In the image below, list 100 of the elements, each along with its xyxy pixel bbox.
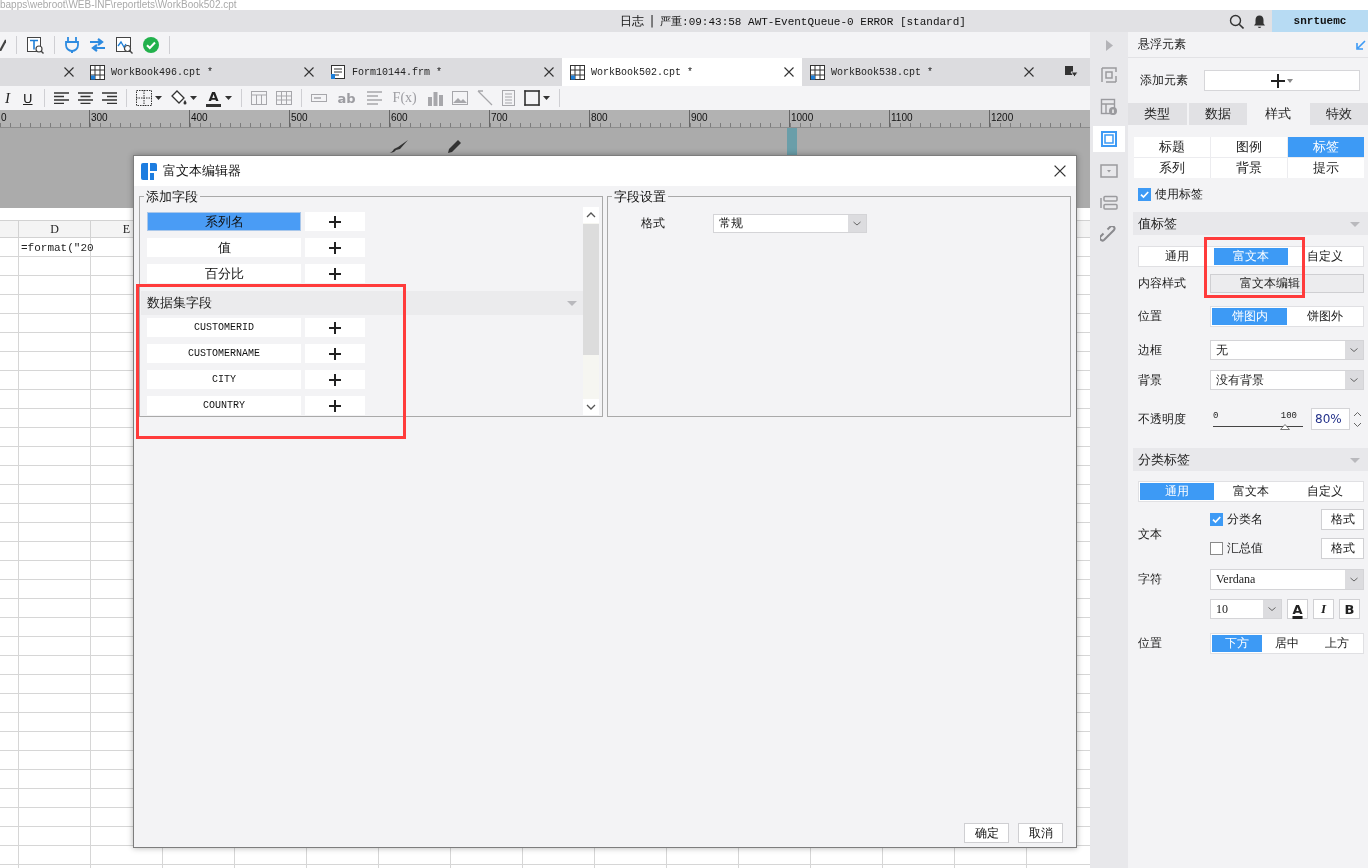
segment-option[interactable]: 自定义 <box>1288 248 1362 265</box>
add-button[interactable] <box>305 238 365 257</box>
border-icon[interactable] <box>135 90 152 106</box>
column-header[interactable]: E <box>122 221 131 237</box>
text-search-icon[interactable] <box>27 36 44 54</box>
search-icon[interactable] <box>1229 13 1244 29</box>
document-tab[interactable]: WorkBook502.cpt * <box>562 58 802 86</box>
italic-button[interactable]: I <box>3 88 12 108</box>
close-icon[interactable] <box>64 67 74 77</box>
confirm-button[interactable]: 确定 <box>964 823 1009 843</box>
field-button[interactable]: 百分比 <box>147 264 301 283</box>
segment-option[interactable]: 居中 <box>1262 635 1312 652</box>
log-button[interactable]: 日志 <box>620 12 644 30</box>
sub-tab[interactable]: 标题 <box>1134 137 1210 157</box>
close-icon[interactable] <box>1054 165 1066 177</box>
format-button[interactable]: 格式 <box>1321 538 1364 559</box>
panel-tab[interactable]: 数据 <box>1188 103 1247 125</box>
slider-thumb[interactable] <box>1280 424 1290 430</box>
scroll-up-button[interactable] <box>583 207 599 223</box>
check-circle-icon[interactable] <box>143 37 159 53</box>
rich-text-edit-button[interactable]: 富文本编辑 <box>1210 274 1364 293</box>
sidebar-tab[interactable] <box>1093 126 1125 152</box>
font-color-button[interactable]: A <box>1287 599 1308 619</box>
underline-button[interactable]: U <box>21 88 35 108</box>
diagonal-arrow-icon[interactable] <box>1356 39 1366 50</box>
scrollbar-thumb[interactable] <box>583 224 599 355</box>
user-name[interactable]: snrtuemc <box>1272 10 1368 32</box>
chevron-down-icon[interactable] <box>1352 421 1362 428</box>
brush-icon[interactable] <box>0 39 6 51</box>
segment-option[interactable]: 上方 <box>1312 635 1362 652</box>
format-dropdown[interactable]: 常规 <box>713 214 867 233</box>
border-box-icon[interactable] <box>523 90 540 106</box>
close-icon[interactable] <box>304 67 314 77</box>
bold-button[interactable]: B <box>1339 599 1360 619</box>
segment-option[interactable]: 饼图外 <box>1287 308 1362 325</box>
chevron-up-icon[interactable] <box>1352 410 1362 417</box>
slider-track[interactable] <box>1213 421 1303 427</box>
add-button[interactable] <box>305 344 365 363</box>
sub-tab[interactable]: 背景 <box>1211 158 1287 178</box>
document-tab[interactable]: WorkBook496.cpt * <box>82 58 322 86</box>
section-header[interactable]: 分类标签 <box>1133 448 1368 471</box>
plug-icon[interactable] <box>65 37 79 53</box>
merge-cells-icon[interactable] <box>250 91 267 105</box>
document-tab[interactable]: Form10144.frm * <box>322 58 562 86</box>
field-button[interactable]: CUSTOMERID <box>147 318 301 337</box>
font-color-button[interactable]: A <box>205 88 222 108</box>
format-button[interactable]: 格式 <box>1321 509 1364 530</box>
column-header[interactable]: D <box>50 221 59 237</box>
field-button[interactable]: 值 <box>147 238 301 257</box>
border-dropdown[interactable]: 无 <box>1210 340 1364 360</box>
checkbox-icon[interactable] <box>1138 187 1151 201</box>
checkbox-icon[interactable] <box>1210 513 1223 526</box>
align-right-icon[interactable] <box>101 92 117 104</box>
chart-search-icon[interactable] <box>116 36 133 54</box>
caret-icon[interactable] <box>189 96 197 100</box>
checkbox-label[interactable]: 汇总值 <box>1227 540 1263 557</box>
add-button[interactable] <box>305 212 365 231</box>
bell-icon[interactable] <box>1253 13 1266 29</box>
font-dropdown[interactable]: Verdana <box>1210 569 1364 590</box>
caret-icon[interactable] <box>154 96 162 100</box>
field-button[interactable]: CUSTOMERNAME <box>147 344 301 363</box>
sub-tab[interactable]: 图例 <box>1211 137 1287 157</box>
section-header[interactable]: 值标签 <box>1133 212 1368 235</box>
caret-icon[interactable] <box>224 96 232 100</box>
segment-option[interactable]: 通用 <box>1140 248 1214 265</box>
tab-list-icon[interactable] <box>1065 66 1078 78</box>
checkbox-label[interactable]: 使用标签 <box>1155 185 1203 203</box>
close-icon[interactable] <box>1024 67 1034 77</box>
add-button[interactable] <box>305 396 365 415</box>
background-dropdown[interactable]: 没有背景 <box>1210 370 1364 390</box>
section-header[interactable]: 数据集字段 <box>141 291 583 315</box>
sub-tab[interactable]: 提示 <box>1288 158 1364 178</box>
cancel-button[interactable]: 取消 <box>1018 823 1063 843</box>
checkbox-label[interactable]: 分类名 <box>1227 511 1263 528</box>
sub-tab[interactable]: 系列 <box>1134 158 1210 178</box>
align-center-icon[interactable] <box>77 92 93 104</box>
segment-option[interactable]: 富文本 <box>1214 483 1288 500</box>
align-left-icon[interactable] <box>53 92 69 104</box>
input-field-icon[interactable] <box>310 94 327 102</box>
panel-tab[interactable]: 特效 <box>1309 103 1368 125</box>
italic-button[interactable]: I <box>1313 599 1334 619</box>
panel-tab[interactable]: 类型 <box>1128 103 1187 125</box>
table-cell[interactable]: =format("20 <box>19 238 91 257</box>
add-button[interactable] <box>305 370 365 389</box>
field-button[interactable]: CITY <box>147 370 301 389</box>
caret-icon[interactable] <box>542 96 550 100</box>
swap-arrows-icon[interactable] <box>89 38 106 52</box>
close-icon[interactable] <box>544 67 554 77</box>
segment-option[interactable]: 自定义 <box>1288 483 1362 500</box>
font-size-dropdown[interactable]: 10 <box>1210 599 1282 619</box>
opacity-input[interactable]: 80% <box>1311 408 1350 430</box>
add-button[interactable] <box>305 264 365 283</box>
scroll-down-button[interactable] <box>583 399 599 415</box>
field-button[interactable]: 系列名 <box>147 212 301 231</box>
document-tab[interactable]: WorkBook538.cpt * <box>802 58 1042 86</box>
add-button[interactable] <box>305 318 365 337</box>
field-button[interactable]: COUNTRY <box>147 396 301 415</box>
checkbox-icon[interactable] <box>1210 542 1223 555</box>
paint-bucket-icon[interactable] <box>170 90 187 106</box>
close-icon[interactable] <box>784 67 794 77</box>
